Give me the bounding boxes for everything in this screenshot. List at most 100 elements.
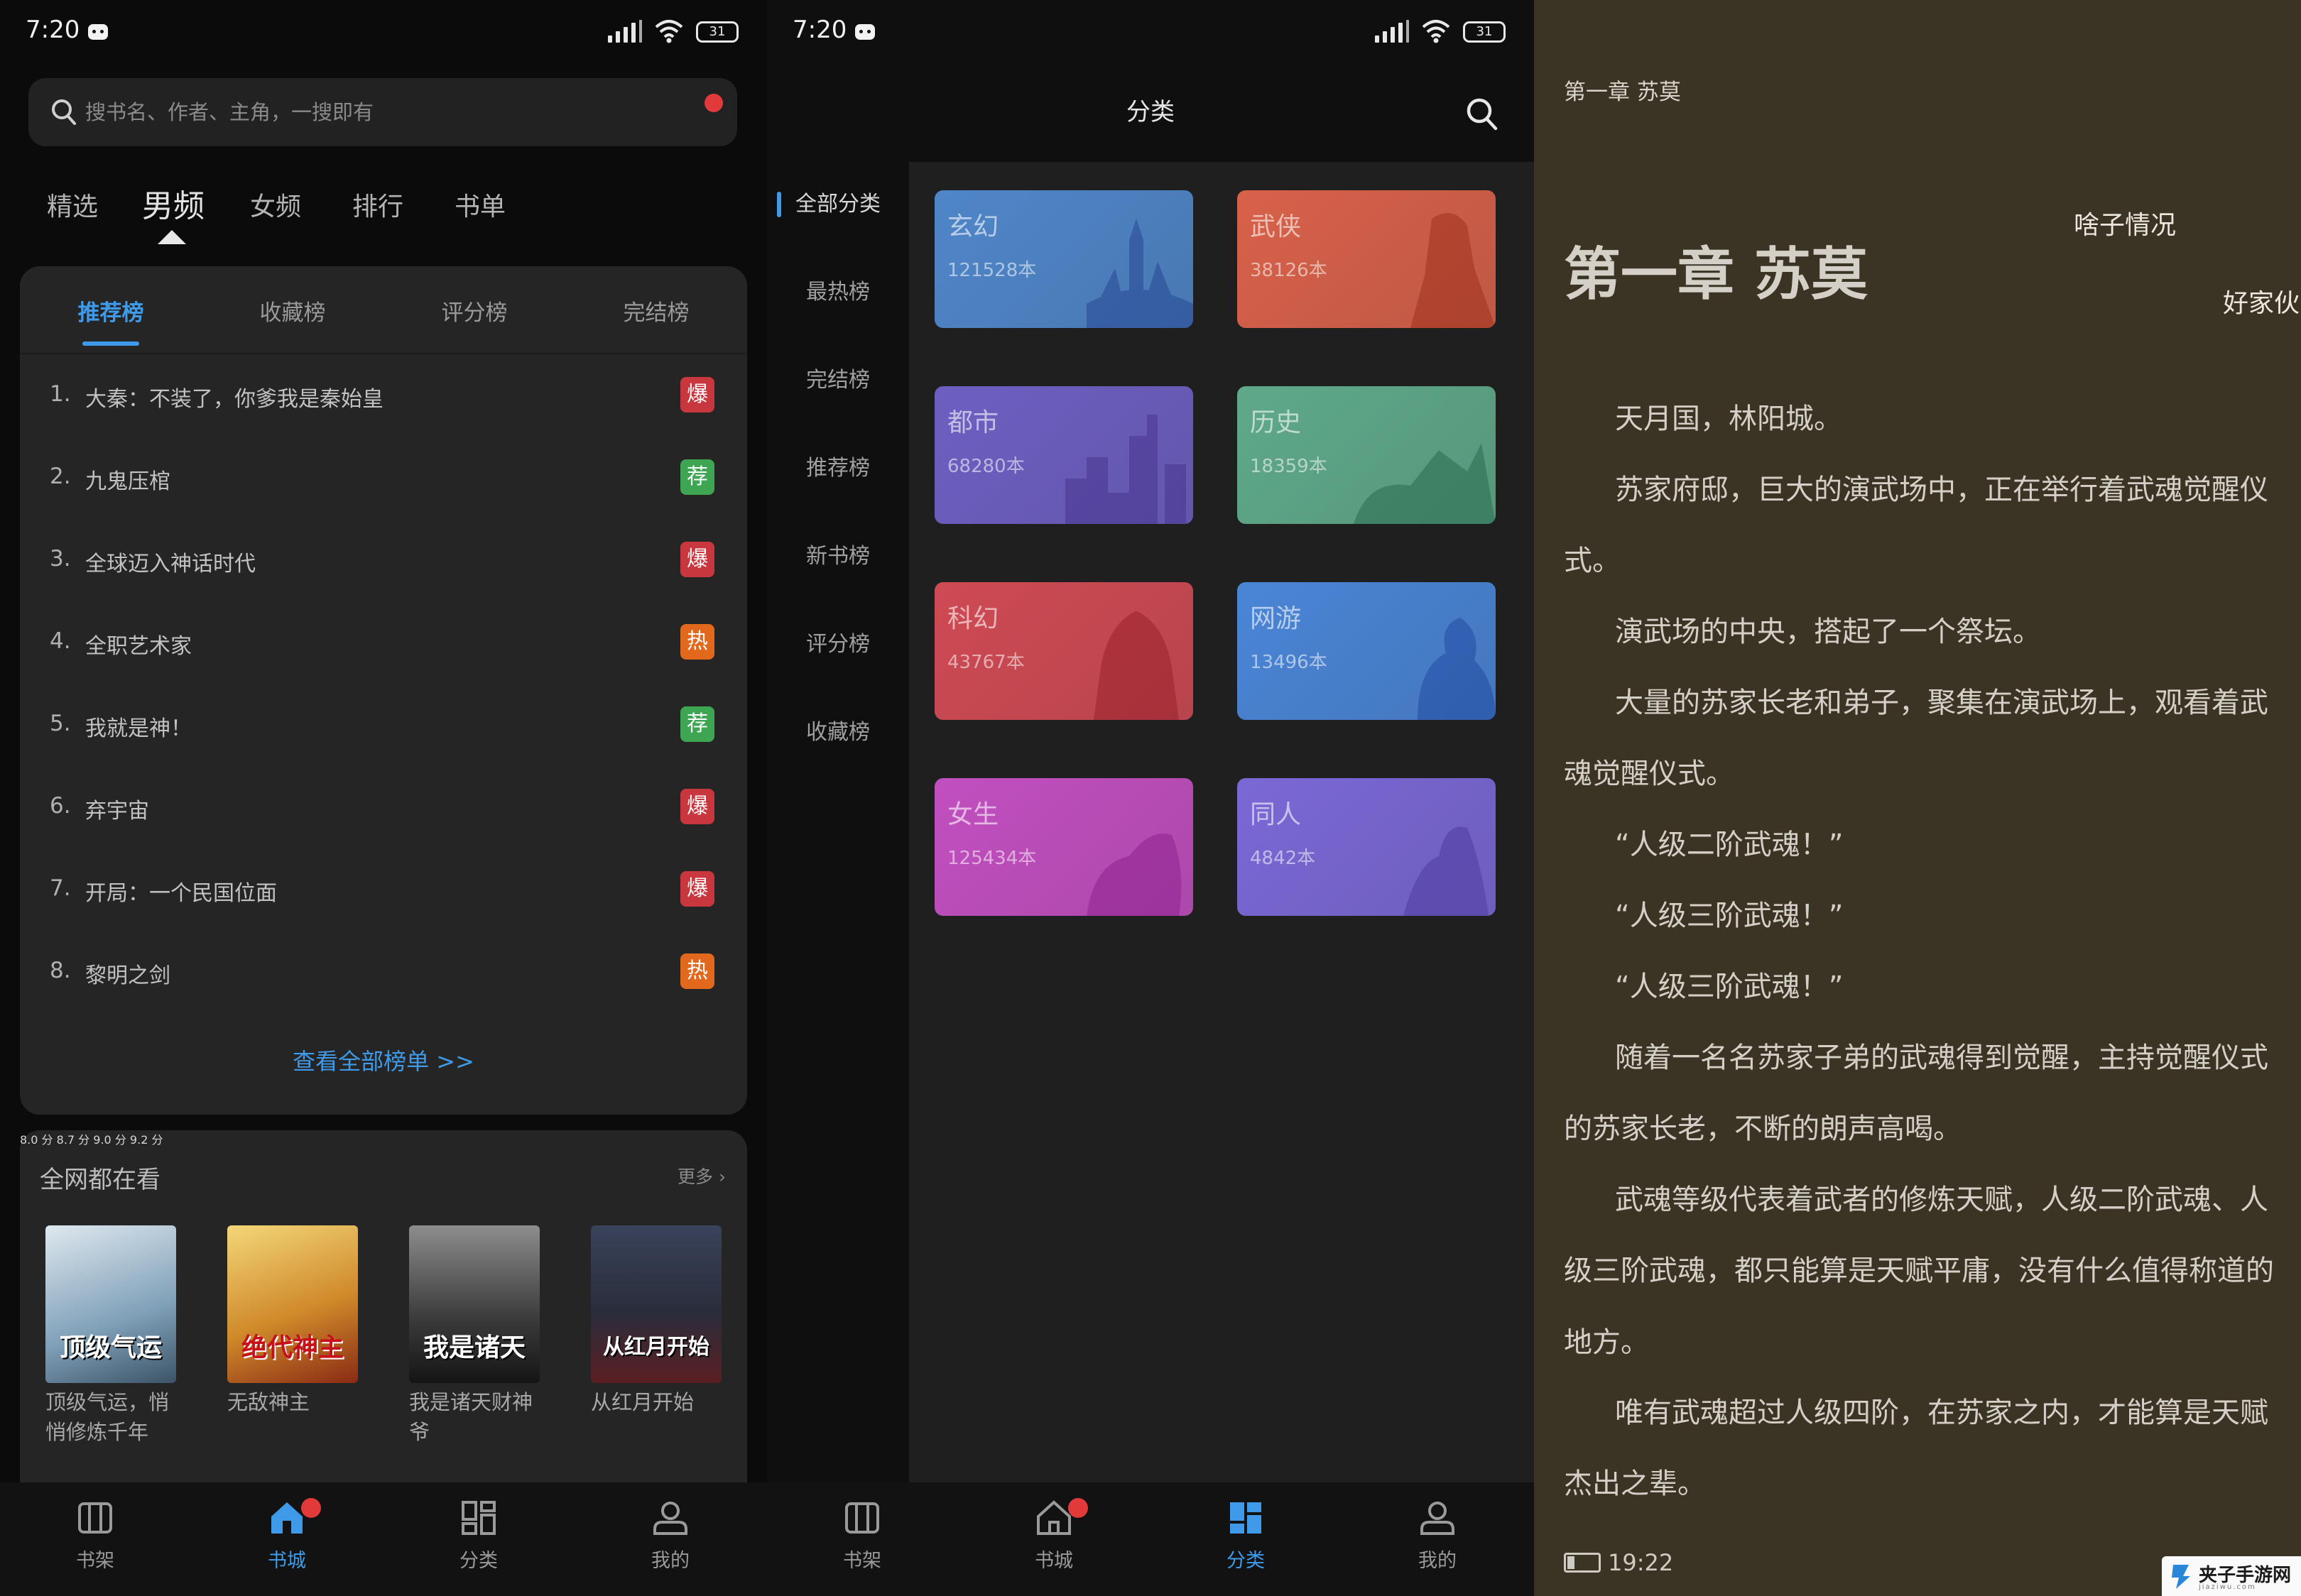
paragraph: 随着一名名苏家子弟的武魂得到觉醒，主持觉醒仪式的苏家长老，不断的朗声高喝。 — [1564, 1042, 2268, 1146]
tab-profile[interactable]: 我的 — [1388, 1498, 1487, 1573]
rank-row[interactable]: 6. 弃宇宙 爆 — [20, 766, 747, 848]
category-nav-item[interactable]: 最热榜 — [767, 271, 909, 314]
bookshelf-icon — [845, 1502, 879, 1534]
book-item[interactable]: 我是诸天 我是诸天财神爷 — [409, 1225, 540, 1447]
status-bar: 7:20 31 — [0, 0, 767, 67]
book-item[interactable]: 顶级气运 顶级气运，悄悄修炼千年 — [45, 1225, 176, 1447]
category-screen: 7:20 31 分类 全部分类最热榜完结榜推荐榜新书榜评分榜收藏榜 玄幻 1215… — [767, 0, 1534, 1596]
rank-row[interactable]: 7. 开局：一个民国位面 爆 — [20, 848, 747, 931]
book-cover: 我是诸天 — [409, 1225, 540, 1383]
nav-label: 新书榜 — [806, 544, 870, 569]
tab-finished-rank[interactable]: 完结榜 — [585, 295, 727, 327]
category-name: 武侠 — [1250, 212, 1302, 241]
category-nav-item[interactable]: 推荐榜 — [767, 447, 909, 490]
category-nav-item[interactable]: 新书榜 — [767, 535, 909, 578]
tab-rating-rank[interactable]: 评分榜 — [403, 295, 545, 327]
rank-book-title: 弃宇宙 — [85, 799, 149, 824]
tab-category[interactable]: 分类 — [1196, 1498, 1295, 1573]
rank-book-title: 开局：一个民国位面 — [85, 881, 277, 906]
rank-badge: 热 — [680, 953, 714, 989]
tab-bookshelf[interactable]: 书架 — [812, 1498, 912, 1573]
battery-icon: 31 — [696, 21, 739, 43]
category-card[interactable]: 科幻 43767本 — [935, 582, 1193, 720]
book-cover: 顶级气运 — [45, 1225, 176, 1383]
watermark-sub: jiaziwu.com — [2199, 1583, 2256, 1591]
rank-subtabs: 推荐榜 收藏榜 评分榜 完结榜 — [20, 266, 747, 354]
tab-label: 书架 — [76, 1550, 114, 1572]
category-card[interactable]: 历史 18359本 — [1237, 386, 1496, 524]
category-illustration — [1087, 219, 1193, 328]
search-icon[interactable] — [1464, 95, 1500, 133]
category-card[interactable]: 网游 13496本 — [1237, 582, 1496, 720]
header-chapter-title: 第一章 苏莫 — [1564, 80, 1681, 105]
tab-female[interactable]: 女频 — [250, 186, 301, 223]
tab-label: 我的 — [1418, 1550, 1457, 1572]
rank-row[interactable]: 8. 黎明之剑 热 — [20, 931, 747, 1013]
rank-row[interactable]: 2. 九鬼压棺 荐 — [20, 437, 747, 519]
category-card[interactable]: 女生 125434本 — [935, 778, 1193, 916]
book-cover: 从红月开始 — [591, 1225, 722, 1383]
rank-row[interactable]: 3. 全球迈入神话时代 爆 — [20, 519, 747, 601]
tab-bookshelf[interactable]: 书架 — [45, 1498, 145, 1573]
search-bar[interactable] — [28, 78, 737, 146]
category-grid-icon — [462, 1501, 496, 1535]
category-nav-item[interactable]: 评分榜 — [767, 623, 909, 666]
tab-featured[interactable]: 精选 — [47, 186, 98, 223]
status-time: 7:20 — [793, 16, 847, 44]
status-bar: 7:20 31 — [767, 0, 1534, 67]
rank-row[interactable]: 1. 大秦：不装了，你爹我是秦始皇 爆 — [20, 354, 747, 437]
tab-label: 书城 — [1035, 1550, 1073, 1572]
book-item[interactable]: 绝代神主 无敌神主 — [227, 1225, 358, 1417]
category-card[interactable]: 玄幻 121528本 — [935, 190, 1193, 328]
rank-number: 8. — [50, 958, 71, 983]
tab-male[interactable]: 男频 — [142, 180, 205, 226]
tab-favorite-rank[interactable]: 收藏榜 — [222, 295, 364, 327]
category-header: 分类 — [767, 78, 1534, 160]
rank-number: 4. — [50, 628, 71, 654]
category-nav-item[interactable]: 完结榜 — [767, 359, 909, 402]
tab-bookstore[interactable]: 书城 — [1004, 1498, 1104, 1573]
category-card[interactable]: 武侠 38126本 — [1237, 190, 1496, 328]
tab-profile[interactable]: 我的 — [621, 1498, 720, 1573]
rank-number: 5. — [50, 711, 71, 736]
tab-bookstore[interactable]: 书城 — [237, 1498, 337, 1573]
rank-row[interactable]: 5. 我就是神！ 荐 — [20, 684, 747, 766]
search-input[interactable] — [85, 98, 639, 126]
more-link[interactable]: 更多 › — [678, 1163, 726, 1188]
trending-title: 全网都在看 — [40, 1166, 161, 1194]
home-icon — [1037, 1500, 1071, 1535]
tab-category[interactable]: 分类 — [429, 1498, 528, 1573]
book-cover: 绝代神主 — [227, 1225, 358, 1383]
rank-book-title: 全球迈入神话时代 — [85, 552, 256, 576]
tab-recommend-rank[interactable]: 推荐榜 — [40, 295, 182, 327]
rank-row[interactable]: 4. 全职艺术家 热 — [20, 601, 747, 684]
book-item[interactable]: 从红月开始 从红月开始 — [591, 1225, 722, 1417]
watermark-logo-icon — [2172, 1565, 2190, 1589]
category-illustration — [1410, 213, 1496, 328]
active-tab-indicator — [158, 230, 186, 244]
tab-booklist[interactable]: 书单 — [455, 186, 506, 223]
nav-label: 收藏榜 — [806, 720, 870, 745]
tab-ranking[interactable]: 排行 — [352, 186, 403, 223]
category-nav-item[interactable]: 收藏榜 — [767, 711, 909, 754]
bottom-tab-bar: 书架 书城 分类 我的 — [767, 1482, 1534, 1596]
category-count: 13496本 — [1250, 652, 1327, 673]
category-card[interactable]: 都市 68280本 — [935, 386, 1193, 524]
reading-page[interactable]: 第一章 苏莫 第一章 苏莫 啥子情况 好家伙 天月国，林阳城。 苏家府邸，巨大的演… — [1534, 0, 2301, 1596]
tab-label: 书架 — [843, 1550, 881, 1572]
robot-icon — [855, 24, 875, 40]
rank-badge: 爆 — [680, 871, 714, 907]
paragraph: 天月国，林阳城。 — [1615, 403, 1842, 435]
rank-number: 2. — [50, 464, 71, 489]
view-all-ranks-link[interactable]: 查看全部榜单 >> — [20, 1044, 747, 1076]
book-title: 无敌神主 — [227, 1390, 310, 1414]
rank-book-title: 黎明之剑 — [85, 963, 170, 988]
category-card[interactable]: 同人 4842本 — [1237, 778, 1496, 916]
bookstore-screen: 7:20 31 精选 男频 女频 排行 书单 推荐榜 收藏榜 评分榜 完结榜 1… — [0, 0, 767, 1596]
rank-badge: 热 — [680, 624, 714, 660]
cover-title: 我是诸天 — [423, 1333, 526, 1362]
category-nav-item[interactable]: 全部分类 — [767, 183, 909, 226]
page-title: 分类 — [1126, 98, 1175, 126]
category-count: 18359本 — [1250, 456, 1327, 477]
chevron-right-icon: › — [719, 1166, 726, 1187]
